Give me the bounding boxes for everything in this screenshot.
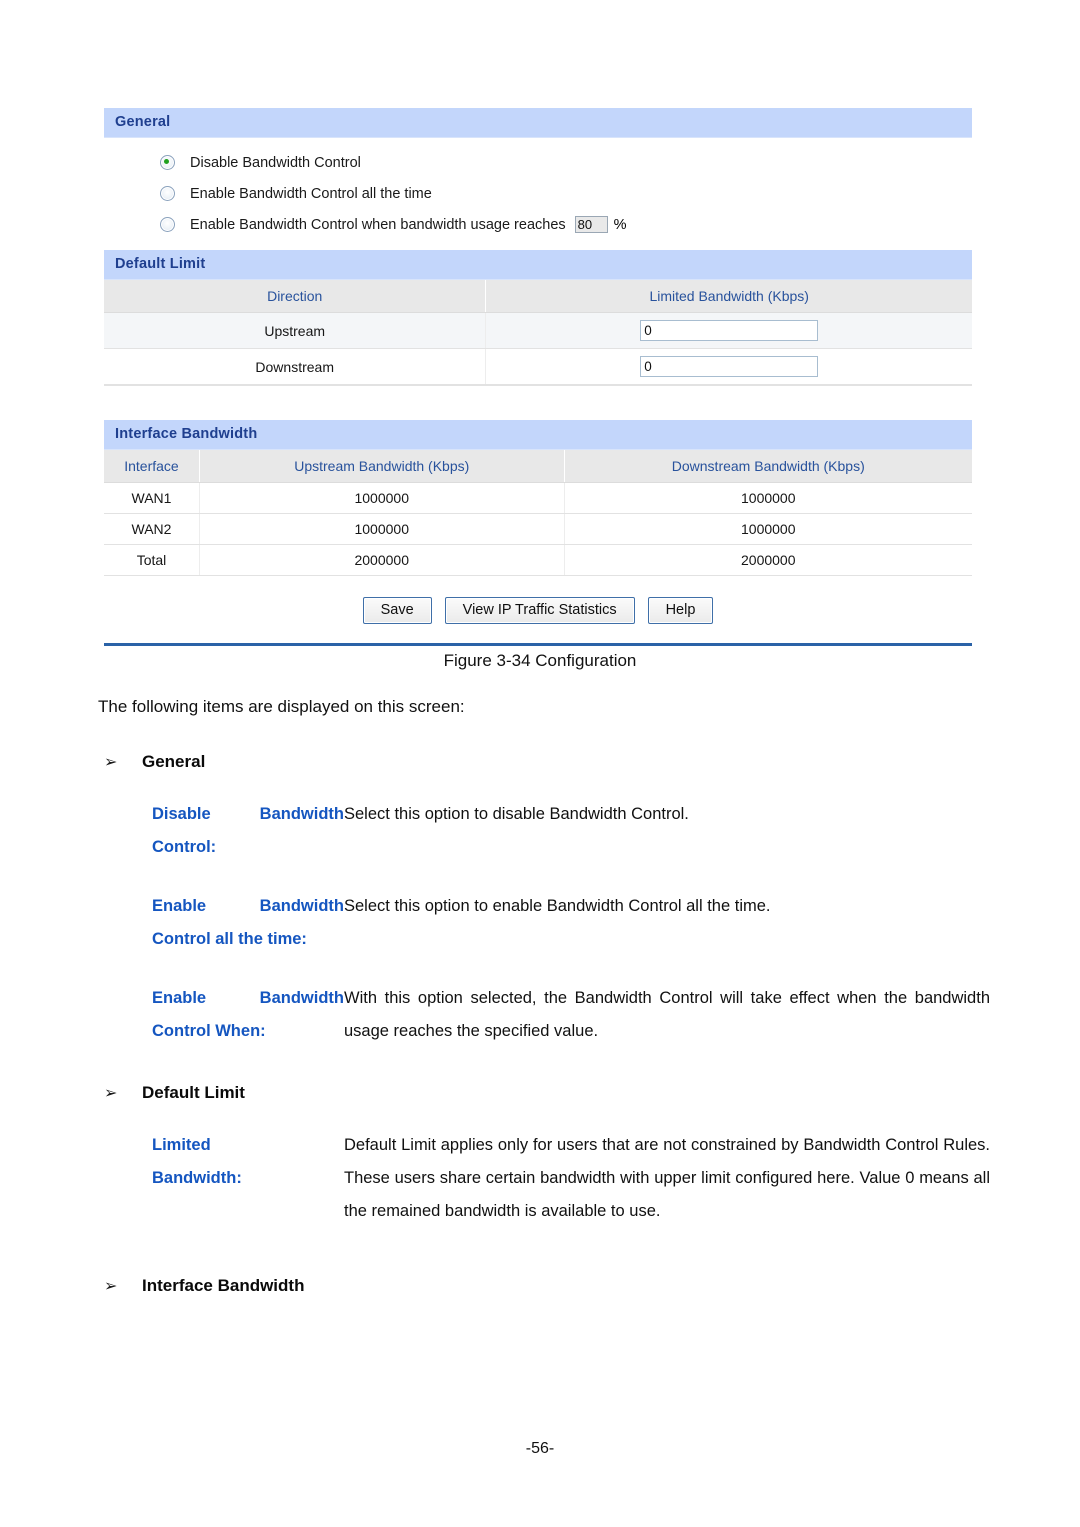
bullet-arrow-icon: ➢ xyxy=(104,754,118,771)
term-label: Enable Bandwidth Control all the time: xyxy=(152,897,344,948)
percent-sign: % xyxy=(613,216,627,233)
cell-interface: WAN1 xyxy=(104,482,200,514)
section-heading-label: General xyxy=(142,752,206,771)
radio-enable-when-usage-reaches[interactable] xyxy=(160,217,175,232)
table-row: Upstream xyxy=(104,312,972,349)
option-enable-when-usage-reaches[interactable]: Enable Bandwidth Control when bandwidth … xyxy=(105,209,972,240)
table-row: WAN2 1000000 1000000 xyxy=(104,513,972,545)
option-label: Enable Bandwidth Control all the time xyxy=(190,185,432,202)
radio-enable-all-the-time[interactable] xyxy=(160,186,175,201)
general-options: Disable Bandwidth Control Enable Bandwid… xyxy=(104,138,972,250)
option-label: Disable Bandwidth Control xyxy=(190,154,361,171)
table-header-row: Direction Limited Bandwidth (Kbps) xyxy=(104,280,972,313)
help-button[interactable]: Help xyxy=(647,597,714,624)
table-row: WAN1 1000000 1000000 xyxy=(104,482,972,514)
page-number: -56- xyxy=(525,1440,555,1457)
table-row: Total 2000000 2000000 xyxy=(104,544,972,576)
cell-limited-bandwidth xyxy=(485,312,972,349)
term-description: Select this option to enable Bandwidth C… xyxy=(344,897,771,915)
section-heading-interface-bandwidth: ➢ Interface Bandwidth xyxy=(0,1276,1080,1296)
column-downstream-bandwidth: Downstream Bandwidth (Kbps) xyxy=(564,450,972,483)
panel-spacer xyxy=(104,386,972,420)
default-limit-panel-header: Default Limit xyxy=(104,250,972,280)
radio-disable-bandwidth-control[interactable] xyxy=(160,155,175,170)
table-row: Downstream xyxy=(104,348,972,385)
interface-bandwidth-panel-header: Interface Bandwidth xyxy=(104,420,972,450)
bandwidth-threshold-input[interactable] xyxy=(574,216,608,233)
cell-direction: Downstream xyxy=(104,348,487,385)
cell-upstream: 1000000 xyxy=(199,482,565,514)
column-upstream-bandwidth: Upstream Bandwidth (Kbps) xyxy=(199,450,565,483)
term-entry-limited-bandwidth: Limited Bandwidth: Default Limit applies… xyxy=(0,1129,1080,1228)
table-header-row: Interface Upstream Bandwidth (Kbps) Down… xyxy=(104,450,972,483)
term-description: With this option selected, the Bandwidth… xyxy=(344,989,990,1040)
column-interface: Interface xyxy=(104,450,200,483)
option-disable-bandwidth-control[interactable]: Disable Bandwidth Control xyxy=(105,147,972,178)
term-label: Disable Bandwidth Control: xyxy=(152,805,344,856)
cell-interface: Total xyxy=(104,544,200,576)
cell-direction: Upstream xyxy=(104,312,487,349)
term-entry-enable-all-the-time: Enable Bandwidth Control all the time: S… xyxy=(0,890,1080,956)
column-limited-bandwidth: Limited Bandwidth (Kbps) xyxy=(485,280,972,313)
downstream-limit-input[interactable] xyxy=(640,356,819,377)
option-enable-all-the-time[interactable]: Enable Bandwidth Control all the time xyxy=(105,178,972,209)
column-direction: Direction xyxy=(104,280,487,313)
bullet-arrow-icon: ➢ xyxy=(104,1085,118,1102)
configuration-screenshot: General Disable Bandwidth Control Enable… xyxy=(104,108,972,646)
general-panel-header: General xyxy=(104,108,972,138)
term-description: Default Limit applies only for users tha… xyxy=(344,1136,990,1220)
term-label: Enable Bandwidth Control When: xyxy=(152,989,344,1040)
general-panel: General Disable Bandwidth Control Enable… xyxy=(104,108,972,386)
section-heading-label: Default Limit xyxy=(142,1083,245,1102)
term-entry-disable-bandwidth-control: Disable Bandwidth Control: Select this o… xyxy=(0,798,1080,864)
term-description: Select this option to disable Bandwidth … xyxy=(344,805,689,823)
option-label: Enable Bandwidth Control when bandwidth … xyxy=(190,216,566,233)
cell-interface: WAN2 xyxy=(104,513,200,545)
bullet-arrow-icon: ➢ xyxy=(104,1278,118,1295)
default-limit-table: Direction Limited Bandwidth (Kbps) Upstr… xyxy=(104,280,972,385)
section-heading-general: ➢ General xyxy=(0,752,1080,772)
document-body: Figure 3-34 Configuration The following … xyxy=(0,645,1080,1296)
intro-text: The following items are displayed on thi… xyxy=(98,697,465,716)
cell-upstream: 2000000 xyxy=(199,544,565,576)
save-button[interactable]: Save xyxy=(362,597,432,624)
cell-downstream: 1000000 xyxy=(564,482,972,514)
section-heading-default-limit: ➢ Default Limit xyxy=(0,1083,1080,1103)
term-label: Limited Bandwidth: xyxy=(152,1136,242,1187)
view-ip-traffic-statistics-button[interactable]: View IP Traffic Statistics xyxy=(444,597,635,624)
form-buttons: Save View IP Traffic Statistics Help xyxy=(104,576,972,643)
term-entry-enable-control-when: Enable Bandwidth Control When: With this… xyxy=(0,982,1080,1048)
interface-bandwidth-table: Interface Upstream Bandwidth (Kbps) Down… xyxy=(104,450,972,576)
cell-downstream: 2000000 xyxy=(564,544,972,576)
cell-upstream: 1000000 xyxy=(199,513,565,545)
cell-limited-bandwidth xyxy=(485,348,972,385)
cell-downstream: 1000000 xyxy=(564,513,972,545)
interface-bandwidth-panel: Interface Bandwidth Interface Upstream B… xyxy=(104,420,972,643)
figure-caption: Figure 3-34 Configuration xyxy=(443,651,637,670)
section-heading-label: Interface Bandwidth xyxy=(142,1276,305,1295)
upstream-limit-input[interactable] xyxy=(640,320,819,341)
